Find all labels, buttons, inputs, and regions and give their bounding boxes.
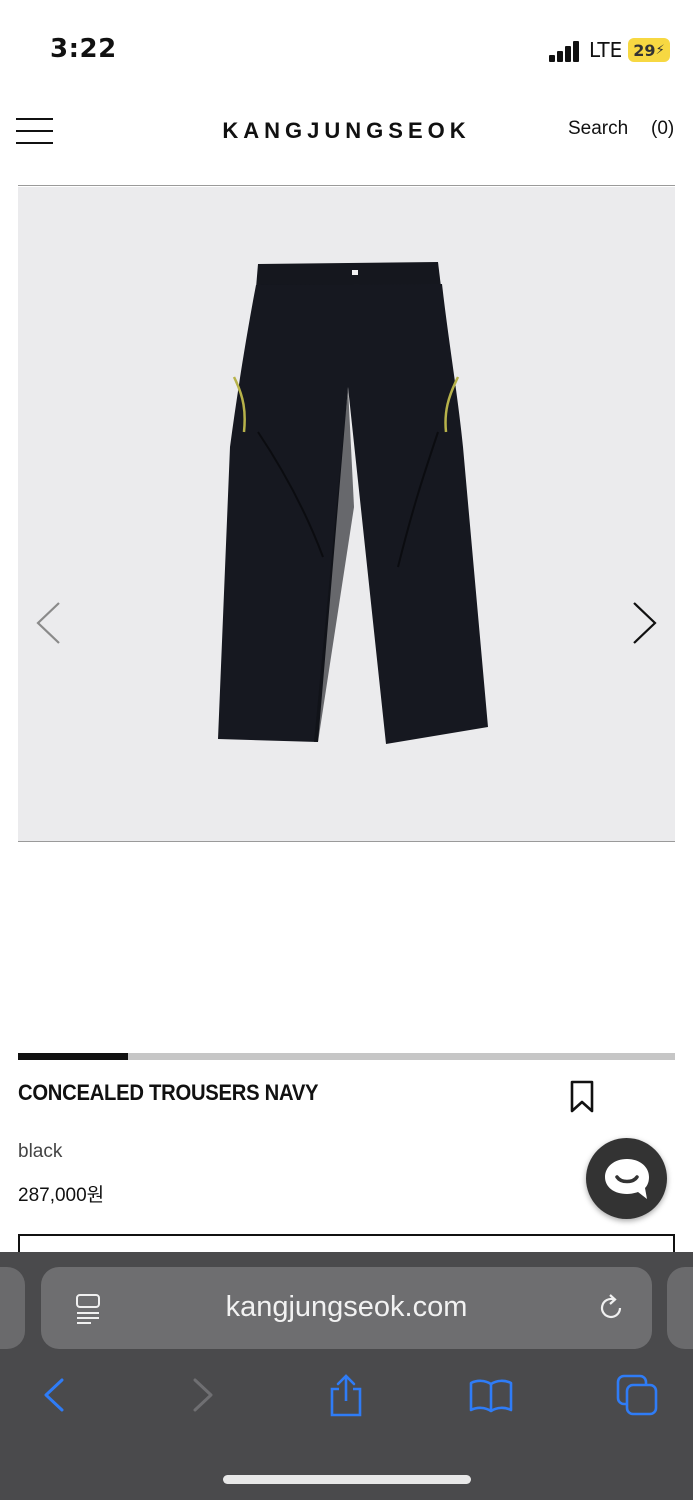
reload-icon[interactable] xyxy=(595,1292,627,1324)
cart-link[interactable]: (0) xyxy=(651,118,674,140)
share-icon[interactable] xyxy=(323,1372,369,1418)
signal-icon xyxy=(549,40,583,62)
product-color: black xyxy=(18,1141,63,1162)
product-title: CONCEALED TROUSERS NAVY xyxy=(18,1080,319,1105)
bookmarks-icon[interactable] xyxy=(468,1372,514,1418)
browser-chrome: kangjungseok.com xyxy=(0,1252,693,1500)
carousel-progress xyxy=(18,1053,675,1060)
status-bar: 3:22 LTE 29 ⚡ xyxy=(0,0,693,100)
header-divider xyxy=(18,185,675,186)
url-text[interactable]: kangjungseok.com xyxy=(41,1291,652,1324)
site-header: KANGJUNGSEOK Search (0) xyxy=(0,100,693,186)
product-image[interactable] xyxy=(18,187,675,841)
chevron-right-icon[interactable] xyxy=(630,600,660,646)
previous-tab-preview[interactable] xyxy=(0,1267,25,1349)
carousel-progress-fill xyxy=(18,1053,128,1060)
chat-button[interactable] xyxy=(586,1138,667,1219)
product-price: 287,000원 xyxy=(18,1185,105,1206)
back-icon[interactable] xyxy=(31,1372,77,1418)
network-type: LTE xyxy=(589,38,623,62)
image-divider xyxy=(18,841,675,842)
trousers-illustration xyxy=(218,262,488,744)
tabs-icon[interactable] xyxy=(614,1372,660,1418)
chat-bubble-icon xyxy=(604,1158,649,1199)
bookmark-icon[interactable] xyxy=(569,1080,595,1114)
next-tab-preview[interactable] xyxy=(667,1267,693,1349)
address-bar[interactable]: kangjungseok.com xyxy=(41,1267,652,1349)
battery-icon: 29 ⚡ xyxy=(628,38,670,62)
battery-level: 29 xyxy=(633,40,656,60)
search-link[interactable]: Search xyxy=(568,118,628,140)
chevron-left-icon[interactable] xyxy=(33,600,63,646)
home-indicator xyxy=(223,1475,471,1484)
forward-icon[interactable] xyxy=(180,1372,226,1418)
status-time: 3:22 xyxy=(50,34,117,64)
